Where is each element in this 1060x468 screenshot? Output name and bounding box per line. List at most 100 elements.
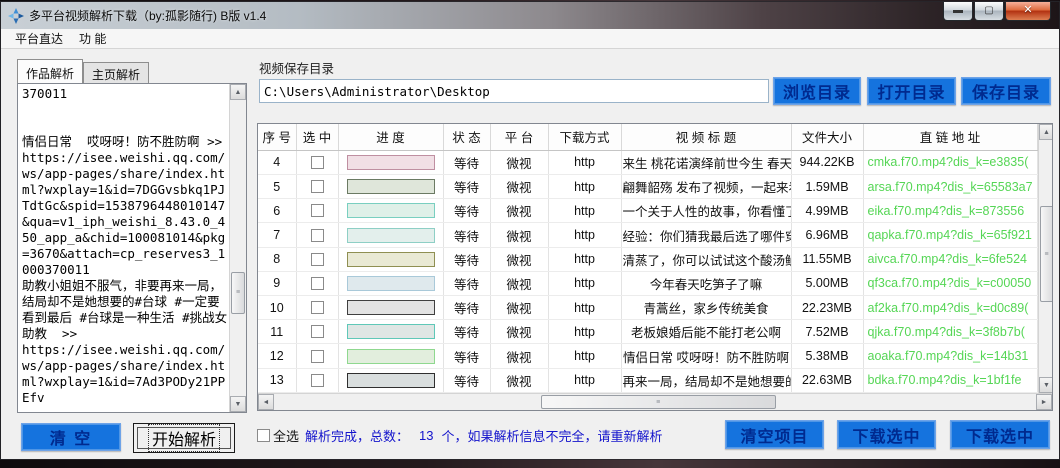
table-horizontal-scrollbar[interactable]: ◄ ≡ ► [258, 393, 1052, 410]
download-selected-button-1[interactable]: 下载选中 [837, 420, 936, 449]
row-checkbox[interactable] [311, 301, 324, 314]
row-checkbox[interactable] [311, 204, 324, 217]
progress-bar [347, 228, 435, 243]
scroll-down-button[interactable]: ▼ [230, 396, 246, 412]
cell-title: 一个关于人性的故事，你看懂了吗 [621, 199, 791, 223]
cell-status: 等待 [443, 271, 490, 295]
cell-no: 13 [258, 368, 296, 392]
header-platform[interactable]: 平 台 [490, 124, 548, 150]
start-parse-button[interactable]: 开始解析 [133, 423, 235, 453]
cell-link[interactable]: eika.f70.mp4?dis_k=873556 [863, 199, 1037, 223]
table-header-row: 序 号 选 中 进 度 状 态 平 台 下载方式 视 频 标 题 文件大小 直 … [258, 124, 1037, 150]
scroll-up-button[interactable]: ▲ [230, 84, 246, 100]
row-checkbox[interactable] [311, 156, 324, 169]
table-vscroll-track[interactable]: ≡ [1039, 140, 1053, 377]
header-method[interactable]: 下载方式 [548, 124, 621, 150]
clear-items-button[interactable]: 清空项目 [725, 420, 824, 449]
tab-work-parse[interactable]: 作品解析 [17, 59, 83, 83]
cell-method: http [548, 174, 621, 198]
cell-title: 再来一局，结局却不是她想要的台 [621, 368, 791, 392]
scroll-track[interactable]: ≡ [230, 100, 246, 396]
clear-button[interactable]: 清 空 [21, 423, 121, 451]
table-row[interactable]: 4 等待 微视 http 来生 桃花诺演绎前世今生 春天就 944.22KB c… [258, 150, 1037, 174]
menu-platform-direct[interactable]: 平台直达 [7, 28, 71, 49]
table-hscroll-thumb[interactable]: ≡ [541, 395, 776, 409]
cell-no: 8 [258, 247, 296, 271]
cell-link[interactable]: qapka.f70.mp4?dis_k=65f921 [863, 223, 1037, 247]
cell-method: http [548, 344, 621, 368]
cell-platform: 微视 [490, 320, 548, 344]
cell-link[interactable]: arsa.f70.mp4?dis_k=65583a7 [863, 174, 1037, 198]
row-checkbox[interactable] [311, 374, 324, 387]
cell-link[interactable]: bdka.f70.mp4?dis_k=1bf1fe [863, 368, 1037, 392]
header-progress[interactable]: 进 度 [338, 124, 443, 150]
cell-link[interactable]: qjka.f70.mp4?dis_k=3f8b7b( [863, 320, 1037, 344]
table-scroll-up-button[interactable]: ▲ [1039, 124, 1053, 140]
cell-title: 情侣日常 哎呀呀！防不胜防啊 [621, 344, 791, 368]
cell-method: http [548, 368, 621, 392]
select-all-label[interactable]: 全选 [273, 426, 299, 445]
app-window: 多平台视频解析下载（by:孤影随行) B版 v1.4 ▬ ▢ ✕ 平台直达 功 … [1, 2, 1059, 459]
table-row[interactable]: 7 等待 微视 http 经验：你们猜我最后选了哪件穿搭 6.96MB qapk… [258, 223, 1037, 247]
table-vertical-scrollbar[interactable]: ▲ ≡ ▼ [1038, 124, 1053, 393]
row-checkbox[interactable] [311, 229, 324, 242]
cell-platform: 微视 [490, 199, 548, 223]
cell-no: 9 [258, 271, 296, 295]
cell-platform: 微视 [490, 296, 548, 320]
cell-link[interactable]: cmka.f70.mp4?dis_k=e3835( [863, 150, 1037, 174]
table-row[interactable]: 10 等待 微视 http 青蒿丝，家乡传统美食 22.23MB af2ka.f… [258, 296, 1037, 320]
save-dir-input[interactable] [259, 79, 769, 103]
header-status[interactable]: 状 态 [443, 124, 490, 150]
row-checkbox[interactable] [311, 180, 324, 193]
table-vscroll-thumb[interactable]: ≡ [1040, 206, 1053, 302]
header-title[interactable]: 视 频 标 题 [621, 124, 791, 150]
header-link[interactable]: 直 链 地 址 [863, 124, 1037, 150]
cell-platform: 微视 [490, 344, 548, 368]
scroll-thumb[interactable]: ≡ [231, 272, 245, 314]
table-row[interactable]: 5 等待 微视 http 翩舞韶殇 发布了视频，一起来看看 1.59MB ars… [258, 174, 1037, 198]
row-checkbox[interactable] [311, 325, 324, 338]
save-dir-button[interactable]: 保存目录 [961, 77, 1051, 105]
open-dir-button[interactable]: 打开目录 [867, 77, 956, 105]
cell-platform: 微视 [490, 271, 548, 295]
cell-link[interactable]: af2ka.f70.mp4?dis_k=d0c89( [863, 296, 1037, 320]
table-scroll-down-button[interactable]: ▼ [1039, 377, 1053, 393]
table-scroll-right-button[interactable]: ► [1036, 394, 1052, 410]
arrow-down-icon: ▼ [235, 401, 242, 408]
header-selected[interactable]: 选 中 [296, 124, 338, 150]
table-row[interactable]: 11 等待 微视 http 老板娘婚后能不能打老公啊 7.52MB qjka.f… [258, 320, 1037, 344]
grip-icon: ≡ [1044, 251, 1048, 258]
select-all-checkbox[interactable] [257, 429, 270, 442]
cell-method: http [548, 199, 621, 223]
maximize-button[interactable]: ▢ [974, 2, 1004, 21]
cell-no: 4 [258, 150, 296, 174]
progress-bar [347, 179, 435, 194]
row-checkbox[interactable] [311, 253, 324, 266]
parse-input-text[interactable]: 370011 情侣日常 哎呀呀！防不胜防啊 >> https://isee.we… [18, 84, 229, 412]
minimize-button[interactable]: ▬ [943, 2, 973, 21]
cell-link[interactable]: aivca.f70.mp4?dis_k=6fe524 [863, 247, 1037, 271]
header-no[interactable]: 序 号 [258, 124, 296, 150]
tab-home-parse[interactable]: 主页解析 [83, 62, 149, 83]
table-row[interactable]: 12 等待 微视 http 情侣日常 哎呀呀！防不胜防啊 5.38MB aoak… [258, 344, 1037, 368]
textbox-scrollbar[interactable]: ▲ ≡ ▼ [229, 84, 246, 412]
close-button[interactable]: ✕ [1005, 2, 1051, 21]
table-hscroll-track[interactable]: ≡ [274, 394, 1036, 410]
table-row[interactable]: 13 等待 微视 http 再来一局，结局却不是她想要的台 22.63MB bd… [258, 368, 1037, 392]
cell-size: 944.22KB [791, 150, 863, 174]
row-checkbox[interactable] [311, 277, 324, 290]
download-selected-button-2[interactable]: 下载选中 [950, 420, 1050, 449]
cell-link[interactable]: aoaka.f70.mp4?dis_k=14b31 [863, 344, 1037, 368]
table-row[interactable]: 6 等待 微视 http 一个关于人性的故事，你看懂了吗 4.99MB eika… [258, 199, 1037, 223]
table-row[interactable]: 9 等待 微视 http 今年春天吃笋子了嘛 5.00MB qf3ca.f70.… [258, 271, 1037, 295]
cell-size: 6.96MB [791, 223, 863, 247]
cell-method: http [548, 247, 621, 271]
browse-dir-button[interactable]: 浏览目录 [773, 77, 861, 105]
menu-functions[interactable]: 功 能 [71, 28, 114, 49]
arrow-down-icon: ▼ [1043, 382, 1050, 389]
row-checkbox[interactable] [311, 350, 324, 363]
cell-link[interactable]: qf3ca.f70.mp4?dis_k=c00050 [863, 271, 1037, 295]
header-size[interactable]: 文件大小 [791, 124, 863, 150]
table-row[interactable]: 8 等待 微视 http 清蒸了，你可以试试这个酸汤鲈鱼 11.55MB aiv… [258, 247, 1037, 271]
table-scroll-left-button[interactable]: ◄ [258, 394, 274, 410]
